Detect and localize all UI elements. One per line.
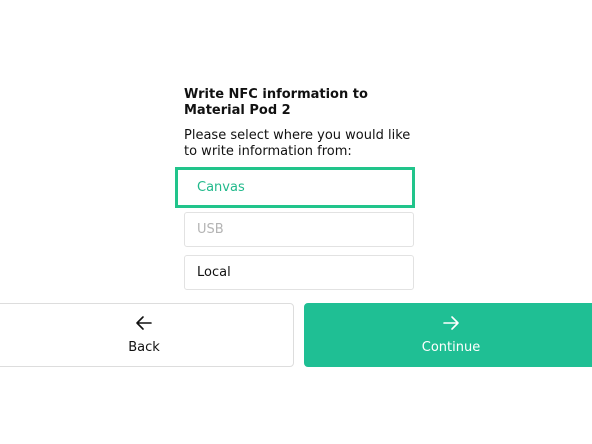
arrow-right-icon bbox=[443, 316, 459, 330]
option-local[interactable]: Local bbox=[184, 255, 414, 290]
continue-label: Continue bbox=[421, 340, 481, 355]
option-label: Local bbox=[197, 265, 231, 280]
back-button[interactable]: Back bbox=[0, 303, 294, 367]
back-label: Back bbox=[128, 340, 160, 355]
dialog-subtitle: Please select where you would like to wr… bbox=[184, 128, 411, 159]
option-canvas[interactable]: Canvas bbox=[175, 167, 415, 208]
nfc-write-screen: Write NFC information to Material Pod 2 … bbox=[0, 0, 592, 444]
option-usb: USB bbox=[184, 212, 414, 247]
arrow-left-icon bbox=[136, 316, 152, 330]
dialog-title: Write NFC information to Material Pod 2 bbox=[184, 87, 368, 118]
option-label: USB bbox=[197, 222, 224, 237]
continue-button[interactable]: Continue bbox=[304, 303, 592, 367]
option-label: Canvas bbox=[197, 180, 245, 195]
